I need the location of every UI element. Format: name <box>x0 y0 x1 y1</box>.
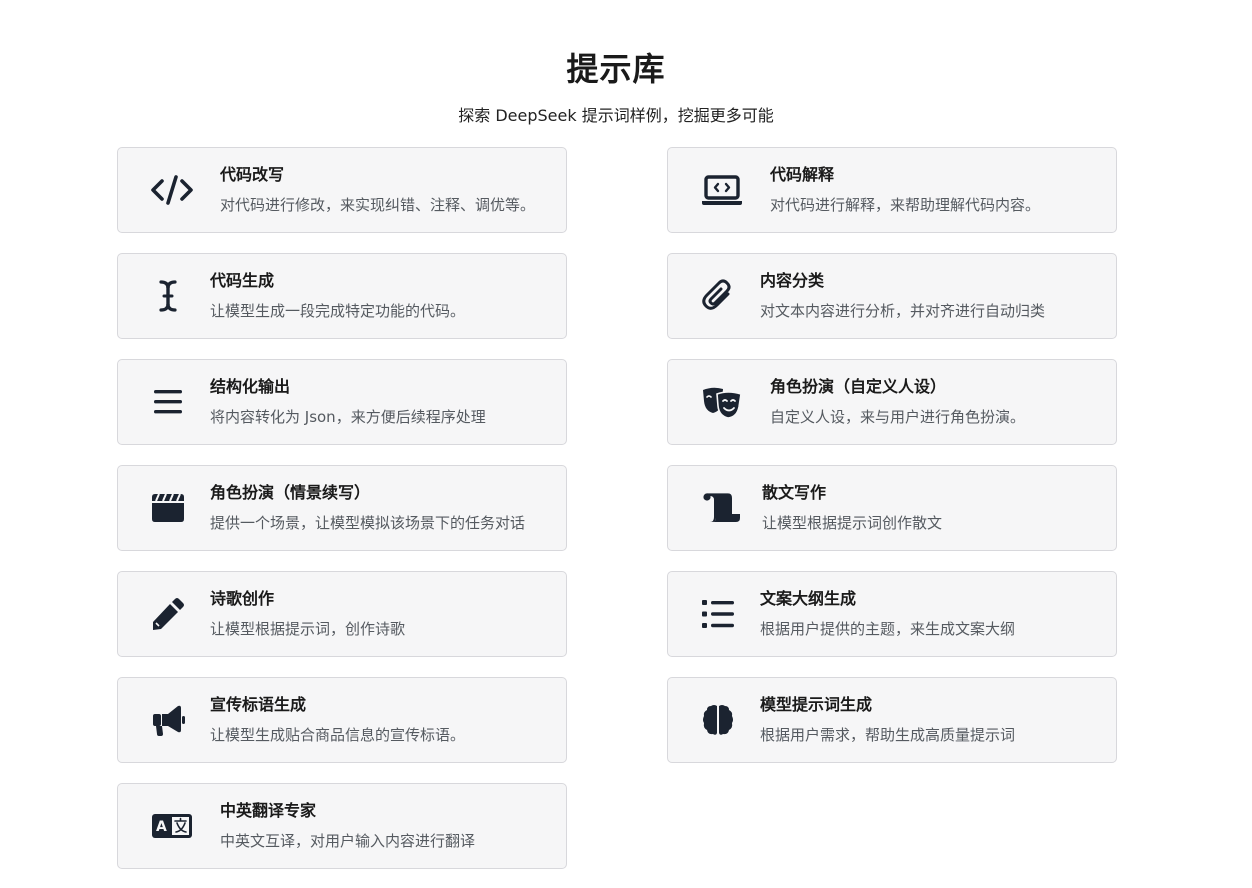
pencil-icon <box>146 597 190 631</box>
paperclip-icon <box>696 279 740 313</box>
text-cursor-icon <box>146 279 190 313</box>
card-description: 提供一个场景，让模型模拟该场景下的任务对话 <box>210 514 526 532</box>
card-description: 中英文互译，对用户输入内容进行翻译 <box>220 832 476 850</box>
card-prose-writing[interactable]: 散文写作 让模型根据提示词创作散文 <box>667 465 1117 551</box>
card-description: 让模型根据提示词创作散文 <box>762 514 943 532</box>
card-copy-outline[interactable]: 文案大纲生成 根据用户提供的主题，来生成文案大纲 <box>667 571 1117 657</box>
card-prompt-generate[interactable]: 模型提示词生成 根据用户需求，帮助生成高质量提示词 <box>667 677 1117 763</box>
code-icon <box>146 174 198 206</box>
theater-masks-icon <box>696 385 748 419</box>
brain-icon <box>696 703 740 737</box>
card-description: 让模型生成贴合商品信息的宣传标语。 <box>210 726 466 744</box>
card-code-explain[interactable]: 代码解释 对代码进行解释，来帮助理解代码内容。 <box>667 147 1117 233</box>
card-title: 代码解释 <box>770 165 835 184</box>
card-title: 结构化输出 <box>210 377 291 396</box>
card-code-rewrite[interactable]: 代码改写 对代码进行修改，来实现纠错、注释、调优等。 <box>117 147 567 233</box>
card-title: 文案大纲生成 <box>760 589 857 608</box>
card-structured-output[interactable]: 结构化输出 将内容转化为 Json，来方便后续程序处理 <box>117 359 567 445</box>
card-title: 代码生成 <box>210 271 275 290</box>
scroll-icon <box>696 492 748 524</box>
card-description: 对代码进行修改，来实现纠错、注释、调优等。 <box>220 196 536 214</box>
page-subtitle: 探索 DeepSeek 提示词样例，挖掘更多可能 <box>458 106 774 125</box>
card-slogan[interactable]: 宣传标语生成 让模型生成贴合商品信息的宣传标语。 <box>117 677 567 763</box>
card-description: 将内容转化为 Json，来方便后续程序处理 <box>210 408 486 426</box>
card-description: 让模型生成一段完成特定功能的代码。 <box>210 302 466 320</box>
prompt-library-page: 提示库 探索 DeepSeek 提示词样例，挖掘更多可能 代码改写 对代码进行修… <box>0 0 1252 888</box>
card-description: 根据用户需求，帮助生成高质量提示词 <box>760 726 1016 744</box>
card-roleplay-custom[interactable]: 角色扮演（自定义人设） 自定义人设，来与用户进行角色扮演。 <box>667 359 1117 445</box>
card-roleplay-scene[interactable]: 角色扮演（情景续写） 提供一个场景，让模型模拟该场景下的任务对话 <box>117 465 567 551</box>
card-description: 让模型根据提示词，创作诗歌 <box>210 620 406 638</box>
menu-lines-icon <box>146 388 190 416</box>
card-title: 模型提示词生成 <box>760 695 873 714</box>
translate-icon: A <box>146 813 198 839</box>
card-description: 根据用户提供的主题，来生成文案大纲 <box>760 620 1016 638</box>
clapperboard-icon <box>146 493 190 523</box>
laptop-code-icon <box>696 174 748 206</box>
card-title: 内容分类 <box>760 271 825 290</box>
card-code-generate[interactable]: 代码生成 让模型生成一段完成特定功能的代码。 <box>117 253 567 339</box>
card-title: 诗歌创作 <box>210 589 275 608</box>
megaphone-icon <box>146 704 190 736</box>
list-icon <box>696 599 740 629</box>
card-title: 代码改写 <box>220 165 285 184</box>
card-title: 中英翻译专家 <box>220 801 317 820</box>
card-description: 自定义人设，来与用户进行角色扮演。 <box>770 408 1026 426</box>
card-description: 对代码进行解释，来帮助理解代码内容。 <box>770 196 1041 214</box>
card-title: 角色扮演（自定义人设） <box>770 377 947 396</box>
card-translate[interactable]: A 中英翻译专家 中英文互译，对用户输入内容进行翻译 <box>117 783 567 869</box>
page-title: 提示库 <box>566 50 666 88</box>
prompt-card-grid: 代码改写 对代码进行修改，来实现纠错、注释、调优等。 代码解释 对代码进行解释，… <box>117 147 1117 869</box>
card-title: 角色扮演（情景续写） <box>210 483 371 502</box>
card-title: 散文写作 <box>762 483 827 502</box>
card-poetry[interactable]: 诗歌创作 让模型根据提示词，创作诗歌 <box>117 571 567 657</box>
svg-text:A: A <box>156 819 167 835</box>
card-content-classify[interactable]: 内容分类 对文本内容进行分析，并对齐进行自动归类 <box>667 253 1117 339</box>
card-title: 宣传标语生成 <box>210 695 307 714</box>
card-description: 对文本内容进行分析，并对齐进行自动归类 <box>760 302 1046 320</box>
